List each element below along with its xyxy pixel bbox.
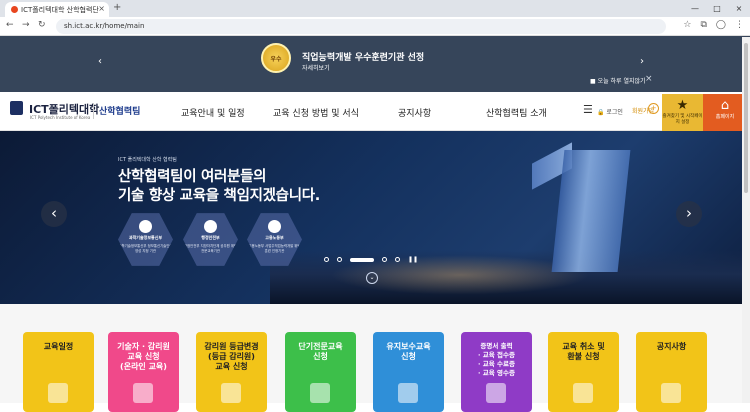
nav-item-education-info[interactable]: 교육안내 및 일정: [181, 106, 245, 119]
team-name[interactable]: 산학협력팀: [99, 104, 140, 117]
nav-item-notices[interactable]: 공지사항: [398, 106, 431, 119]
org-desc: 고용노동부 사업주직업능력개발 위탁훈련 인정기관: [248, 244, 301, 253]
favorites-button[interactable]: ★ 즐겨찾기 및 시작페이지 설정: [662, 94, 703, 131]
hero-prev-arrow[interactable]: ‹: [41, 201, 67, 227]
profile-icon[interactable]: ◯: [716, 20, 726, 30]
browser-tab-strip: ICT폴리텍대학 산학협력단 × + — □ ×: [0, 0, 750, 17]
card-label: 공지사항: [656, 342, 687, 351]
card-label: 증명서 출력 · 교육 접수증 · 교육 수료증 · 교육 영수증: [478, 342, 515, 377]
scrollbar-thumb[interactable]: [744, 43, 748, 193]
card-icon: [398, 383, 418, 403]
card-label: 감리원 등급변경 (등급 감리원) 교육 신청: [204, 342, 259, 371]
extensions-icon[interactable]: ⧉: [700, 20, 706, 30]
logo-divider: [93, 103, 94, 119]
hero-headline-line2: 기술 향상 교육을 책임지겠습니다.: [118, 188, 321, 204]
card-maintenance[interactable]: 유지보수교육 신청: [373, 332, 444, 412]
org-name: 고용노동부: [265, 235, 284, 240]
reload-button[interactable]: ↻: [38, 20, 46, 30]
card-icon: [48, 383, 68, 403]
org-name: 행정안전부: [201, 235, 220, 240]
government-emblem-icon: [204, 220, 217, 233]
home-icon: ⌂: [720, 98, 730, 113]
logo-subtext: ICT Polytech Institute of Korea: [30, 115, 91, 120]
tab-title: ICT폴리텍대학 산학협력단: [21, 5, 99, 14]
browser-tab[interactable]: ICT폴리텍대학 산학협력단 ×: [5, 2, 109, 17]
banner-dismiss-today[interactable]: ■ 오늘 하루 열지않기: [590, 76, 646, 85]
excellence-seal-icon: 우수: [261, 43, 291, 73]
card-short-course[interactable]: 단기전문교육 신청: [285, 332, 356, 412]
card-notices[interactable]: 공지사항: [636, 332, 707, 412]
card-label: 교육 취소 및 환불 신청: [562, 342, 605, 361]
card-tech-supervisor[interactable]: 기술자 · 감리원 교육 신청 (온라인 교육): [108, 332, 179, 412]
signup-plus-icon[interactable]: +: [648, 103, 659, 114]
card-icon: [573, 383, 593, 403]
banner-prev-arrow[interactable]: ‹: [98, 56, 102, 67]
address-bar[interactable]: sh.ict.ac.kr/home/main: [56, 19, 666, 34]
nav-item-team-intro[interactable]: 산학협력팀 소개: [486, 106, 547, 119]
browser-toolbar: ← → ↻ sh.ict.ac.kr/home/main ☆ ⧉ ◯ ⋮: [0, 17, 750, 36]
card-icon: [486, 383, 506, 403]
hero-headline-line1: 산학협력팀이 여러분들의: [118, 169, 267, 185]
pause-icon[interactable]: ❚❚: [408, 256, 418, 263]
maximize-button[interactable]: □: [706, 0, 728, 17]
card-icon: [661, 383, 681, 403]
favicon-icon: [11, 6, 18, 13]
slide-dot[interactable]: [382, 257, 387, 262]
window-controls: — □ ×: [684, 0, 750, 17]
close-window-button[interactable]: ×: [728, 0, 750, 17]
back-button[interactable]: ←: [6, 20, 14, 30]
card-certificates[interactable]: 증명서 출력 · 교육 접수증 · 교육 수료증 · 교육 영수증: [461, 332, 532, 412]
card-label: 유지보수교육 신청: [386, 342, 431, 361]
banner-next-arrow[interactable]: ›: [640, 56, 644, 67]
homepage-button[interactable]: ⌂ 홈페이지: [703, 94, 747, 131]
tab-close-icon[interactable]: ×: [98, 4, 105, 13]
card-schedule[interactable]: 교육일정: [23, 332, 94, 412]
card-label: 교육일정: [43, 342, 74, 351]
card-grade-change[interactable]: 감리원 등급변경 (등급 감리원) 교육 신청: [196, 332, 267, 412]
card-icon: [133, 383, 153, 403]
slide-dot[interactable]: [337, 257, 342, 262]
nav-item-apply-method[interactable]: 교육 신청 방법 및 서식: [273, 106, 359, 119]
government-emblem-icon: [268, 220, 281, 233]
government-emblem-icon: [139, 220, 152, 233]
bookmark-star-icon[interactable]: ☆: [683, 20, 691, 30]
scroll-down-icon[interactable]: ⌄: [366, 272, 378, 284]
login-link[interactable]: 🔒 로그인: [597, 107, 623, 116]
banner-close-icon[interactable]: ×: [645, 74, 653, 84]
card-label: 단기전문교육 신청: [298, 342, 343, 361]
org-desc: 과학기술정보통신부 정보통신기술인력양성 지정 기관: [118, 244, 173, 253]
logo-icon[interactable]: [10, 101, 23, 115]
slider-pagination: ❚❚: [324, 256, 418, 263]
card-icon: [221, 383, 241, 403]
org-name: 과학기술정보통신부: [128, 235, 163, 240]
homepage-label: 홈페이지: [715, 114, 735, 120]
page-scrollbar[interactable]: [742, 37, 750, 403]
forward-button[interactable]: →: [22, 20, 30, 30]
hero-eyebrow: ICT 폴리텍대학 산학 협력팀: [118, 157, 177, 163]
banner-detail-link[interactable]: 자세히보기: [302, 63, 330, 72]
toolbar-icons: ☆ ⧉ ◯ ⋮: [683, 20, 744, 30]
hero-next-arrow[interactable]: ›: [676, 201, 702, 227]
card-refund[interactable]: 교육 취소 및 환불 신청: [548, 332, 619, 412]
slide-dot[interactable]: [324, 257, 329, 262]
banner-title: 직업능력개발 우수훈련기관 선정: [302, 53, 425, 63]
org-desc: 행정안전부 지방자치단체 공무원 위탁 전문교육기관: [183, 244, 238, 253]
star-icon: ★: [676, 98, 689, 113]
number-one-sculpture: [551, 150, 631, 272]
card-label: 기술자 · 감리원 교육 신청 (온라인 교육): [117, 342, 170, 371]
minimize-button[interactable]: —: [684, 0, 706, 17]
slide-dot[interactable]: [395, 257, 400, 262]
new-tab-button[interactable]: +: [113, 2, 121, 13]
favorites-label: 즐겨찾기 및 시작페이지 설정: [662, 114, 703, 125]
hamburger-menu-icon[interactable]: ☰: [583, 103, 593, 116]
slide-dot-active[interactable]: [350, 257, 374, 262]
menu-dots-icon[interactable]: ⋮: [735, 20, 744, 30]
card-icon: [310, 383, 330, 403]
